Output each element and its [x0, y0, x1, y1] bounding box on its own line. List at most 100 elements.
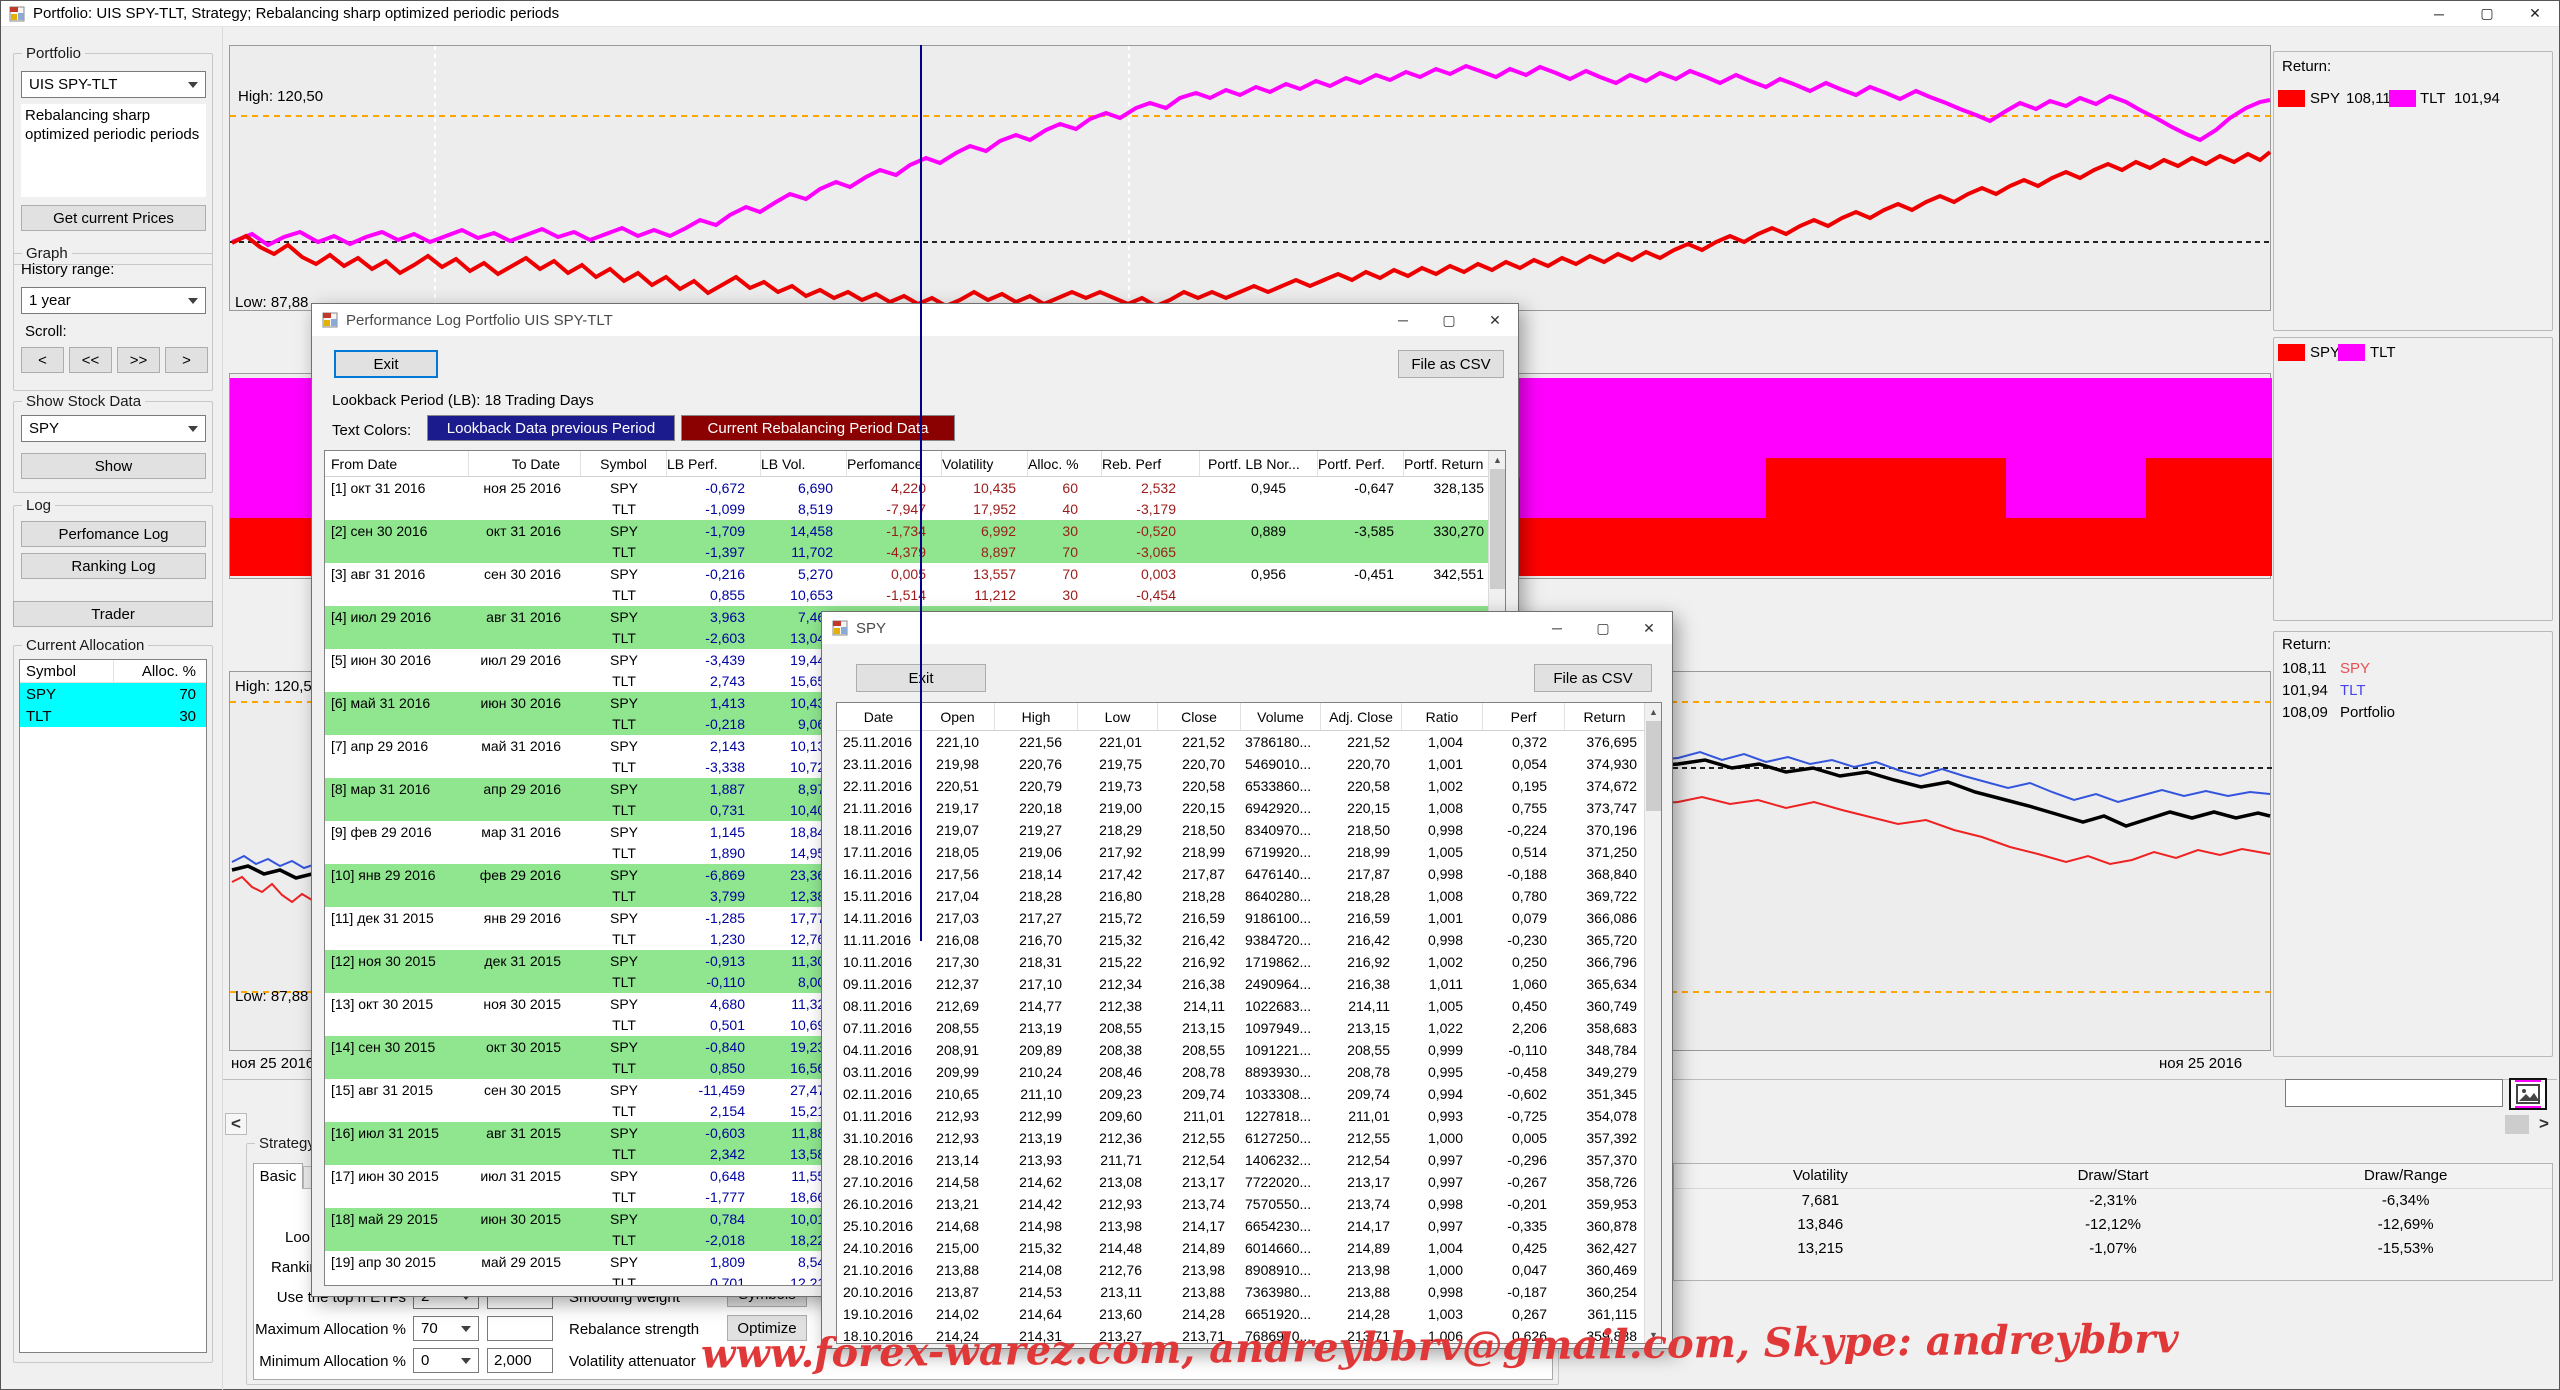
spy-data-row[interactable]: 24.10.2016215,00215,32214,48214,89601466…: [837, 1237, 1661, 1259]
spy-data-row[interactable]: 21.10.2016213,88214,08212,76213,98890891…: [837, 1259, 1661, 1281]
spy-cell: 212,54: [1158, 1152, 1241, 1168]
perf-cell: 0,648: [667, 1168, 761, 1184]
tab-basic[interactable]: Basic: [253, 1163, 303, 1189]
perf-log-row[interactable]: [2] сен 30 2016окт 31 2016SPY-1,70914,45…: [325, 520, 1505, 542]
pan-left-button[interactable]: <: [225, 1113, 247, 1135]
perf-log-row[interactable]: [1] окт 31 2016ноя 25 2016SPY-0,6726,690…: [325, 477, 1505, 499]
spy-cell: 220,58: [1321, 778, 1402, 794]
history-range-select[interactable]: 1 year: [21, 287, 206, 314]
spy-cell: 25.10.2016: [837, 1218, 921, 1234]
spy-data-row[interactable]: 25.11.2016221,10221,56221,01221,52378618…: [837, 731, 1661, 753]
spy-cell: 8908910...: [1241, 1262, 1321, 1278]
spy-cell: 221,01: [1078, 734, 1158, 750]
spy-table: DateOpenHighLowCloseVolumeAdj. CloseRati…: [836, 702, 1662, 1344]
show-stock-group-label: Show Stock Data: [22, 393, 145, 410]
spy-data-row[interactable]: 27.10.2016214,58214,62213,08213,17772202…: [837, 1171, 1661, 1193]
alloc-header-pct[interactable]: Alloc. %: [114, 663, 206, 680]
stock-select[interactable]: SPY: [21, 415, 206, 442]
portfolio-description[interactable]: Rebalancing sharp optimized periodic per…: [21, 104, 206, 197]
minimize-icon[interactable]: ─: [1534, 612, 1580, 644]
perf-log-row[interactable]: [3] авг 31 2016сен 30 2016SPY-0,2165,270…: [325, 563, 1505, 585]
spy-data-row[interactable]: 09.11.2016212,37217,10212,34216,38249096…: [837, 973, 1661, 995]
spy-data-row[interactable]: 07.11.2016208,55213,19208,55213,15109794…: [837, 1017, 1661, 1039]
perf-log-row[interactable]: TLT-1,0998,519-7,94717,95240-3,179: [325, 499, 1505, 521]
portfolio-select[interactable]: UIS SPY-TLT: [21, 71, 206, 98]
perf-cell: 0,731: [667, 802, 761, 818]
spy-data-row[interactable]: 21.11.2016219,17220,18219,00220,15694292…: [837, 797, 1661, 819]
scrollbar-thumb[interactable]: [1646, 721, 1661, 811]
perf-cell: [12] ноя 30 2015: [325, 953, 469, 969]
spy-data-row[interactable]: 04.11.2016208,91209,89208,38208,55109122…: [837, 1039, 1661, 1061]
stats-body: 7,681-2,31%-6,34%13,846-12,12%-12,69%13,…: [1674, 1189, 2552, 1261]
spy-data-row[interactable]: 28.10.2016213,14213,93211,71212,54140623…: [837, 1149, 1661, 1171]
perf-cell: 2,743: [667, 673, 761, 689]
spy-data-row[interactable]: 25.10.2016214,68214,98213,98214,17665423…: [837, 1215, 1661, 1237]
alloc-row-tlt[interactable]: TLT 30: [20, 705, 206, 727]
max-allocation-select[interactable]: 70: [413, 1316, 479, 1341]
scroll-left-button[interactable]: <: [21, 347, 64, 373]
spy-cell: 219,07: [921, 822, 995, 838]
perf-cell: TLT: [581, 759, 667, 775]
scroll-up-icon[interactable]: ▲: [1645, 703, 1662, 720]
spy-data-row[interactable]: 22.11.2016220,51220,79219,73220,58653386…: [837, 775, 1661, 797]
spy-cell: -0,110: [1483, 1042, 1565, 1058]
ranking-log-button[interactable]: Ranking Log: [21, 553, 206, 579]
file-as-csv-button[interactable]: File as CSV: [1534, 664, 1652, 692]
spy-data-row[interactable]: 10.11.2016217,30218,31215,22216,92171986…: [837, 951, 1661, 973]
volatility-attenuator-field[interactable]: 2,000: [487, 1348, 553, 1373]
maximize-icon[interactable]: ▢: [2463, 1, 2511, 26]
spy-data-row[interactable]: 15.11.2016217,04218,28216,80218,28864028…: [837, 885, 1661, 907]
rebalance-strength-field[interactable]: [487, 1316, 553, 1341]
maximize-icon[interactable]: ▢: [1580, 612, 1626, 644]
spy-cell: 28.10.2016: [837, 1152, 921, 1168]
spy-cell: 221,10: [921, 734, 995, 750]
spy-data-row[interactable]: 03.11.2016209,99210,24208,46208,78889393…: [837, 1061, 1661, 1083]
close-icon[interactable]: ✕: [1472, 304, 1518, 336]
maximize-icon[interactable]: ▢: [1426, 304, 1472, 336]
file-as-csv-button[interactable]: File as CSV: [1398, 350, 1504, 378]
perf-log-row[interactable]: TLT0,85510,653-1,51411,21230-0,454: [325, 585, 1505, 607]
perf-log-row[interactable]: TLT-1,39711,702-4,3798,89770-3,065: [325, 542, 1505, 564]
spy-data-row[interactable]: 14.11.2016217,03217,27215,72216,59918610…: [837, 907, 1661, 929]
minimize-icon[interactable]: ─: [1380, 304, 1426, 336]
stats-column-header: Draw/Start: [1967, 1164, 2260, 1188]
spy-cell: 0,372: [1483, 734, 1565, 750]
spy-data-row[interactable]: 20.10.2016213,87214,53213,11213,88736398…: [837, 1281, 1661, 1303]
exit-button[interactable]: Exit: [334, 350, 438, 378]
alloc-header-symbol[interactable]: Symbol: [20, 660, 114, 682]
spy-data-row[interactable]: 31.10.2016212,93213,19212,36212,55612725…: [837, 1127, 1661, 1149]
spy-cell: 213,88: [1158, 1284, 1241, 1300]
spy-data-row[interactable]: 08.11.2016212,69214,77212,38214,11102268…: [837, 995, 1661, 1017]
scroll-fast-right-button[interactable]: >>: [117, 347, 160, 373]
spy-data-row[interactable]: 16.11.2016217,56218,14217,42217,87647614…: [837, 863, 1661, 885]
scrollbar-thumb[interactable]: [2505, 1115, 2529, 1134]
show-button[interactable]: Show: [21, 453, 206, 479]
alloc-row-spy[interactable]: SPY 70: [20, 683, 206, 705]
spy-data-row[interactable]: 23.11.2016219,98220,76219,75220,70546901…: [837, 753, 1661, 775]
scroll-up-icon[interactable]: ▲: [1489, 451, 1506, 468]
spy-data-row[interactable]: 01.11.2016212,93212,99209,60211,01122781…: [837, 1105, 1661, 1127]
spy-data-row[interactable]: 11.11.2016216,08216,70215,32216,42938472…: [837, 929, 1661, 951]
close-icon[interactable]: ✕: [2511, 1, 2559, 26]
performance-log-button[interactable]: Perfomance Log: [21, 521, 206, 547]
pan-right-button[interactable]: >: [2533, 1113, 2555, 1135]
min-allocation-select[interactable]: 0: [413, 1348, 479, 1373]
performance-log-titlebar[interactable]: Performance Log Portfolio UIS SPY-TLT ─ …: [312, 304, 1518, 336]
perf-cell: 2,154: [667, 1103, 761, 1119]
spy-data-row[interactable]: 02.11.2016210,65211,10209,23209,74103330…: [837, 1083, 1661, 1105]
close-icon[interactable]: ✕: [1626, 612, 1672, 644]
spy-data-row[interactable]: 26.10.2016213,21214,42212,93213,74757055…: [837, 1193, 1661, 1215]
scrollbar-thumb[interactable]: [1490, 469, 1505, 589]
spy-data-row[interactable]: 18.11.2016219,07219,27218,29218,50834097…: [837, 819, 1661, 841]
save-image-button[interactable]: [2509, 1078, 2547, 1110]
spy-titlebar[interactable]: SPY ─ ▢ ✕: [822, 612, 1672, 644]
minimize-icon[interactable]: ─: [2415, 1, 2463, 26]
scroll-fast-left-button[interactable]: <<: [69, 347, 112, 373]
get-current-prices-button[interactable]: Get current Prices: [21, 205, 206, 231]
perf-cell: TLT: [581, 974, 667, 990]
spy-scrollbar[interactable]: ▲ ▼: [1644, 703, 1661, 1343]
spy-data-row[interactable]: 17.11.2016218,05219,06217,92218,99671992…: [837, 841, 1661, 863]
scroll-right-button[interactable]: >: [165, 347, 208, 373]
chart-note-field[interactable]: [2285, 1079, 2503, 1107]
trader-button[interactable]: Trader: [13, 601, 213, 627]
